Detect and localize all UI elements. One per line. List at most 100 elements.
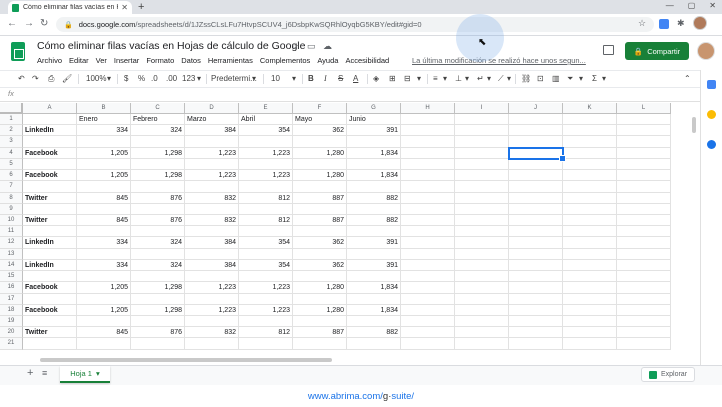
cell-e14[interactable]: 354: [239, 259, 293, 272]
cell-k12[interactable]: [563, 237, 617, 249]
cell-f13[interactable]: [293, 248, 347, 260]
cell-f2[interactable]: 362: [293, 125, 347, 137]
column-header-b[interactable]: B: [77, 103, 131, 114]
strikethrough-icon[interactable]: S: [338, 71, 343, 87]
document-title[interactable]: Cómo eliminar filas vacías en Hojas de c…: [37, 40, 305, 52]
menu-editar[interactable]: Editar: [69, 56, 89, 65]
sheets-logo-icon[interactable]: [11, 42, 25, 61]
cell-b5[interactable]: [77, 158, 131, 171]
undo-icon[interactable]: ↶: [18, 71, 25, 87]
cell-e19[interactable]: [239, 315, 293, 328]
cell-a5[interactable]: [23, 158, 77, 171]
font-size-select[interactable]: 10: [271, 71, 280, 87]
cell-i10[interactable]: [455, 214, 509, 227]
cell-h19[interactable]: [401, 315, 455, 328]
cell-f5[interactable]: [293, 158, 347, 171]
insert-chart-icon[interactable]: ▥: [552, 71, 560, 87]
cell-c2[interactable]: 324: [131, 125, 185, 137]
cell-k11[interactable]: [563, 226, 617, 238]
star-icon[interactable]: ☆: [291, 41, 299, 52]
cell-j18[interactable]: [509, 304, 563, 316]
cell-l2[interactable]: [617, 125, 671, 137]
cell-d12[interactable]: 384: [185, 237, 239, 249]
cell-i5[interactable]: [455, 158, 509, 171]
merge-dropdown-icon[interactable]: ▾: [417, 71, 421, 87]
text-wrap-icon[interactable]: ↵: [477, 71, 484, 87]
cell-h20[interactable]: [401, 327, 455, 339]
cell-j11[interactable]: [509, 226, 563, 238]
browser-tab[interactable]: Cómo eliminar filas vacías en Ho... ✕: [8, 1, 132, 14]
cell-b1[interactable]: Enero: [77, 114, 131, 126]
last-edit-link[interactable]: La última modificación se realizó hace u…: [412, 56, 586, 65]
cell-f1[interactable]: Mayo: [293, 114, 347, 126]
cell-e15[interactable]: [239, 271, 293, 283]
sheet-tab-dropdown-icon[interactable]: ▾: [96, 369, 100, 378]
add-sheet-icon[interactable]: +: [27, 367, 33, 379]
column-header-f[interactable]: F: [293, 103, 347, 114]
cell-h4[interactable]: [401, 147, 455, 159]
row-header[interactable]: 2: [0, 125, 23, 137]
cell-e3[interactable]: [239, 136, 293, 148]
select-all-corner[interactable]: [0, 103, 23, 114]
row-header[interactable]: 15: [0, 271, 23, 283]
cell-a8[interactable]: Twitter: [23, 192, 77, 204]
cell-e10[interactable]: 812: [239, 214, 293, 227]
cell-c4[interactable]: 1,298: [131, 147, 185, 159]
cell-a6[interactable]: Facebook: [23, 170, 77, 182]
text-rotation-icon[interactable]: ⟋: [498, 71, 504, 87]
cell-b4[interactable]: 1,205: [77, 147, 131, 159]
close-tab-icon[interactable]: ✕: [121, 3, 128, 12]
cell-l14[interactable]: [617, 259, 671, 272]
cell-g3[interactable]: [347, 136, 401, 148]
column-header-k[interactable]: K: [563, 103, 617, 114]
font-size-dropdown-icon[interactable]: ▾: [292, 71, 296, 87]
cell-a17[interactable]: [23, 293, 77, 305]
cell-a11[interactable]: [23, 226, 77, 238]
explore-button[interactable]: Explorar: [641, 367, 695, 382]
cell-k2[interactable]: [563, 125, 617, 137]
cell-h2[interactable]: [401, 125, 455, 137]
cell-b11[interactable]: [77, 226, 131, 238]
cell-h1[interactable]: [401, 114, 455, 126]
menu-archivo[interactable]: Archivo: [37, 56, 62, 65]
cell-b18[interactable]: 1,205: [77, 304, 131, 316]
cloud-saved-icon[interactable]: ☁: [323, 41, 332, 52]
column-header-i[interactable]: I: [455, 103, 509, 114]
cell-h18[interactable]: [401, 304, 455, 316]
comments-icon[interactable]: [603, 45, 614, 55]
cell-d1[interactable]: Marzo: [185, 114, 239, 126]
menu-ayuda[interactable]: Ayuda: [317, 56, 338, 65]
insert-comment-icon[interactable]: ⊡: [537, 71, 544, 87]
cell-k18[interactable]: [563, 304, 617, 316]
filter-icon[interactable]: ⏷: [567, 71, 573, 87]
row-header[interactable]: 14: [0, 259, 23, 272]
column-header-e[interactable]: E: [239, 103, 293, 114]
cell-g1[interactable]: Junio: [347, 114, 401, 126]
cell-b19[interactable]: [77, 315, 131, 328]
row-header[interactable]: 1: [0, 114, 23, 126]
text-color-icon[interactable]: A: [353, 71, 358, 87]
row-header[interactable]: 9: [0, 203, 23, 215]
cell-e7[interactable]: [239, 181, 293, 193]
cell-g7[interactable]: [347, 181, 401, 193]
cell-g11[interactable]: [347, 226, 401, 238]
currency-format-button[interactable]: $: [124, 71, 128, 87]
cell-e16[interactable]: 1,223: [239, 282, 293, 294]
cell-e2[interactable]: 354: [239, 125, 293, 137]
cell-g21[interactable]: [347, 338, 401, 350]
cell-i4[interactable]: [455, 147, 509, 159]
cell-a4[interactable]: Facebook: [23, 147, 77, 159]
cell-e6[interactable]: 1,223: [239, 170, 293, 182]
cell-j17[interactable]: [509, 293, 563, 305]
cell-l21[interactable]: [617, 338, 671, 350]
row-header[interactable]: 5: [0, 158, 23, 171]
cell-d6[interactable]: 1,223: [185, 170, 239, 182]
menu-insertar[interactable]: Insertar: [114, 56, 139, 65]
cell-i9[interactable]: [455, 203, 509, 215]
formula-bar[interactable]: [0, 88, 700, 102]
horizontal-scrollbar[interactable]: [40, 358, 332, 362]
cell-d13[interactable]: [185, 248, 239, 260]
cell-f16[interactable]: 1,280: [293, 282, 347, 294]
cell-i15[interactable]: [455, 271, 509, 283]
cell-c15[interactable]: [131, 271, 185, 283]
